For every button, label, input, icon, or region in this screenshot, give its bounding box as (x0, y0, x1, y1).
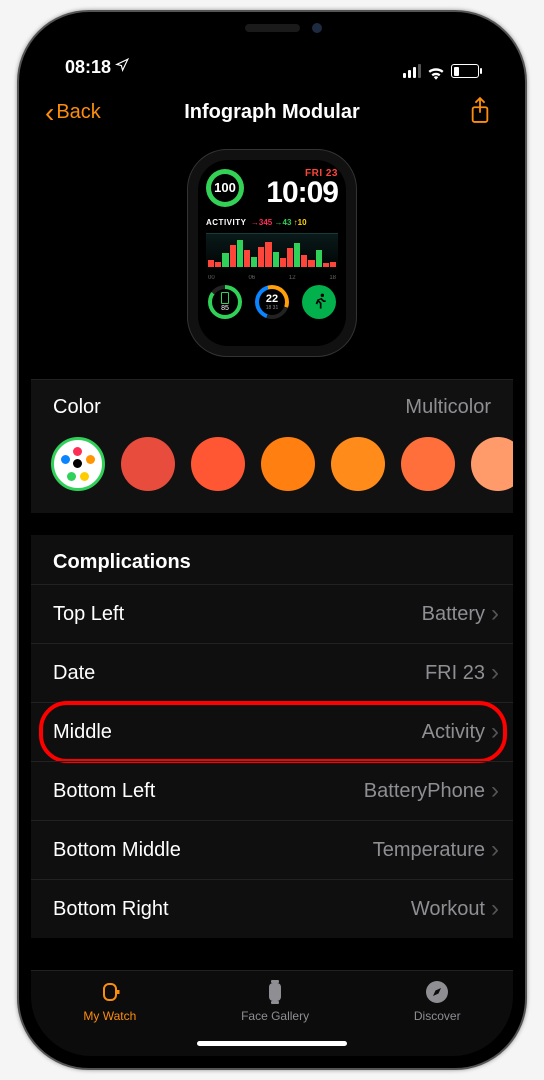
complication-value: Workout (411, 898, 485, 921)
chevron-right-icon: › (491, 836, 499, 864)
tab-label: Discover (414, 1009, 461, 1023)
complication-name: Middle (53, 721, 112, 744)
color-value: Multicolor (405, 396, 491, 419)
complication-row-bottom-left[interactable]: Bottom Left BatteryPhone › (31, 761, 513, 820)
watch-time: 10:09 (266, 179, 338, 208)
temperature-complication: 22 18 31 (255, 285, 289, 319)
color-label: Color (53, 396, 101, 419)
swatch-red[interactable] (121, 437, 175, 491)
complication-value: BatteryPhone (364, 780, 485, 803)
complication-name: Bottom Middle (53, 839, 181, 862)
color-swatches[interactable] (31, 435, 513, 513)
swatch-multicolor[interactable] (51, 437, 105, 491)
status-time: 08:18 (65, 57, 111, 78)
watch-preview: 100 FRI 23 10:09 ACTIVITY →345 →43 (31, 143, 513, 379)
complication-name: Bottom Right (53, 898, 169, 921)
location-icon (115, 58, 129, 75)
color-section: Color Multicolor (31, 379, 513, 513)
chevron-right-icon: › (491, 718, 499, 746)
gallery-icon (260, 979, 290, 1005)
swatch-peach[interactable] (471, 437, 513, 491)
complication-name: Top Left (53, 603, 124, 626)
share-icon (469, 96, 491, 124)
tab-my-watch[interactable]: My Watch (83, 979, 136, 1023)
chevron-right-icon: › (491, 895, 499, 923)
complication-row-top-left[interactable]: Top Left Battery › (31, 584, 513, 643)
chevron-right-icon: › (491, 600, 499, 628)
home-indicator[interactable] (197, 1041, 347, 1046)
complication-value: Temperature (373, 839, 485, 862)
activity-chart (206, 233, 338, 275)
tab-discover[interactable]: Discover (414, 979, 461, 1023)
chart-hour-labels: 0006 1218 (206, 275, 338, 281)
watch-icon (95, 979, 125, 1005)
battery-ring-complication: 100 (206, 169, 244, 207)
watch-face: 100 FRI 23 10:09 ACTIVITY →345 →43 (198, 160, 346, 346)
activity-stats: →345 →43 ↑10 (251, 218, 307, 227)
nav-bar: ‹ Back Infograph Modular (31, 82, 513, 143)
swatch-coral[interactable] (401, 437, 455, 491)
swatch-red-orange[interactable] (191, 437, 245, 491)
chevron-right-icon: › (491, 777, 499, 805)
compass-icon (422, 979, 452, 1005)
complication-name: Bottom Left (53, 780, 155, 803)
complication-value: FRI 23 (425, 662, 485, 685)
complication-row-date[interactable]: Date FRI 23 › (31, 643, 513, 702)
tab-face-gallery[interactable]: Face Gallery (241, 979, 309, 1023)
complications-header: Complications (31, 535, 513, 584)
battery-icon (451, 64, 479, 78)
complication-value: Activity (422, 721, 485, 744)
notch (167, 12, 377, 44)
chevron-left-icon: ‹ (45, 99, 54, 127)
workout-complication (302, 285, 336, 319)
watch-case: 100 FRI 23 10:09 ACTIVITY →345 →43 (187, 149, 357, 357)
swatch-orange[interactable] (261, 437, 315, 491)
complication-row-bottom-middle[interactable]: Bottom Middle Temperature › (31, 820, 513, 879)
complications-section: Complications Top Left Battery › Date FRI 23… (31, 535, 513, 938)
page-title: Infograph Modular (31, 101, 513, 124)
complication-name: Date (53, 662, 95, 685)
runner-icon (309, 292, 329, 312)
activity-label: ACTIVITY (206, 218, 246, 227)
back-button[interactable]: ‹ Back (45, 99, 101, 127)
wifi-icon (427, 64, 445, 78)
tab-label: My Watch (83, 1009, 136, 1023)
tab-label: Face Gallery (241, 1009, 309, 1023)
cell-signal-icon (403, 64, 421, 78)
swatch-orange-2[interactable] (331, 437, 385, 491)
complication-row-middle[interactable]: Middle Activity › (31, 702, 513, 761)
complication-row-bottom-right[interactable]: Bottom Right Workout › (31, 879, 513, 938)
share-button[interactable] (469, 96, 491, 129)
battery-phone-complication: 85 (208, 285, 242, 319)
back-label: Back (56, 101, 100, 124)
screen: 08:18 ‹ Back Infograph Modular (31, 24, 513, 1056)
chevron-right-icon: › (491, 659, 499, 687)
complication-value: Battery (422, 603, 485, 626)
phone-frame: 08:18 ‹ Back Infograph Modular (17, 10, 527, 1070)
scroll-content[interactable]: 100 FRI 23 10:09 ACTIVITY →345 →43 (31, 143, 513, 970)
